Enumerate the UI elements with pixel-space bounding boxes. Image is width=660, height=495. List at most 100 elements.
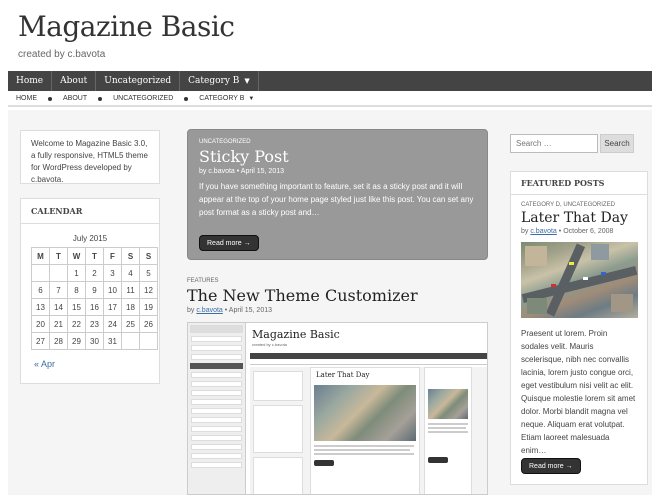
calendar-day-cell: 8: [67, 281, 86, 299]
post-title[interactable]: The New Theme Customizer: [187, 286, 488, 305]
calendar-title: CALENDAR: [21, 199, 159, 224]
featured-posts-title: FEATURED POSTS: [511, 172, 647, 195]
calendar-day-header: S: [139, 247, 158, 265]
nav-item-category-b[interactable]: Category B ▼: [180, 71, 259, 91]
calendar-body: 1 2 3 4 5 6 7 8 9 10 11 12 13 14 15 16 17 18 19 20 21 22 23 24 2…: [31, 264, 158, 350]
calendar-week-row: 20 21 22 23 24 25 26: [31, 315, 158, 333]
calendar-day-cell: 18: [121, 298, 140, 316]
site-title[interactable]: Magazine Basic: [18, 10, 235, 43]
post-featured-image[interactable]: Magazine Basic created by c.bavota Later…: [187, 322, 488, 495]
site-header: Magazine Basic created by c.bavota: [18, 10, 235, 60]
nav-item-about[interactable]: About: [52, 71, 97, 91]
welcome-text: Welcome to Magazine Basic 3.0, a fully r…: [31, 139, 148, 184]
post-category[interactable]: UNCATEGORIZED: [199, 139, 476, 145]
post-theme-customizer: FEATURES The New Theme Customizer by c.b…: [187, 278, 488, 314]
welcome-widget: Welcome to Magazine Basic 3.0, a fully r…: [20, 130, 160, 184]
post-date: April 15, 2013: [228, 307, 272, 314]
nav2-item-home[interactable]: HOME: [16, 95, 37, 102]
post-category[interactable]: FEATURES: [187, 278, 488, 284]
calendar-day-cell: 1: [67, 264, 86, 282]
nav-item-label: HOME: [16, 95, 37, 102]
search-button[interactable]: Search: [600, 134, 634, 153]
nav-item-label: ABOUT: [63, 95, 88, 102]
calendar-day-cell: [31, 264, 50, 282]
featured-post-image[interactable]: [521, 242, 638, 318]
nav-item-label: Category B: [188, 76, 240, 86]
nav-item-uncategorized[interactable]: Uncategorized: [96, 71, 181, 91]
calendar-day-cell: 16: [85, 298, 104, 316]
calendar-day-cell: 20: [31, 315, 50, 333]
calendar-month: July 2015: [72, 234, 108, 243]
calendar-day-cell: 21: [49, 315, 68, 333]
customizer-panel-image: [188, 323, 246, 494]
post-meta: by c.bavota • April 15, 2013: [187, 307, 488, 314]
site-tagline: created by c.bavota: [18, 49, 106, 60]
calendar-week-row: 12345: [31, 264, 158, 282]
sticky-post: UNCATEGORIZED Sticky Post by c.bavota • …: [187, 129, 488, 260]
calendar-day-cell: [121, 332, 140, 350]
primary-nav: Home About Uncategorized Category B ▼: [8, 71, 652, 91]
calendar-day-header: F: [103, 247, 122, 265]
screenshot-tagline: created by c.bavota: [252, 342, 287, 347]
post-author-link[interactable]: c.bavota: [530, 228, 556, 235]
calendar-day-cell: 15: [67, 298, 86, 316]
chevron-down-icon: ▼: [244, 77, 250, 85]
post-title[interactable]: Later That Day: [521, 210, 637, 226]
post-date: April 15, 2013: [240, 168, 284, 175]
calendar-day-cell: [139, 332, 158, 350]
calendar-day-header: T: [85, 247, 104, 265]
screenshot-site-title: Magazine Basic: [252, 328, 340, 341]
nav2-item-uncategorized[interactable]: UNCATEGORIZED: [113, 95, 173, 102]
nav-item-label: Home: [16, 76, 44, 86]
calendar-day-cell: 12: [139, 281, 158, 299]
calendar-day-cell: 22: [67, 315, 86, 333]
meta-by: by: [199, 168, 207, 175]
calendar-day-cell: 4: [121, 264, 140, 282]
calendar-day-cell: 14: [49, 298, 68, 316]
search-input[interactable]: [510, 134, 598, 153]
calendar-day-header: T: [49, 247, 68, 265]
post-author-link[interactable]: c.bavota: [196, 307, 222, 314]
read-more-button[interactable]: Read more →: [199, 235, 259, 251]
calendar-day-cell: 19: [139, 298, 158, 316]
post-author-link[interactable]: c.bavota: [208, 168, 234, 175]
separator-dot-icon: [98, 96, 103, 101]
featured-post: CATEGORY D, UNCATEGORIZED Later That Day…: [511, 195, 647, 464]
calendar-widget: CALENDAR July 2015 M T W T F S S 1234567…: [20, 198, 160, 384]
post-excerpt: If you have something important to featu…: [199, 182, 474, 217]
post-date: October 6, 2008: [563, 228, 614, 235]
calendar-day-cell: 10: [103, 281, 122, 299]
post-excerpt: Praesent ut lorem. Proin sodales velit. …: [521, 329, 636, 455]
calendar-day-cell: 2: [85, 264, 104, 282]
nav-item-home[interactable]: Home: [8, 71, 53, 91]
calendar-day-cell: 3: [103, 264, 122, 282]
calendar-prev-link[interactable]: « Apr: [34, 359, 55, 369]
separator-dot-icon: [184, 96, 189, 101]
meta-by: by: [521, 228, 529, 235]
nav2-item-category-b[interactable]: CATEGORY B ▼: [199, 95, 254, 102]
calendar-day-cell: 23: [85, 315, 104, 333]
nav2-item-about[interactable]: ABOUT: [63, 95, 87, 102]
nav-item-label: Uncategorized: [104, 76, 172, 86]
calendar-header-row: M T W T F S S: [31, 247, 158, 265]
post-meta: by c.bavota • October 6, 2008: [521, 228, 637, 235]
calendar-day-cell: 13: [31, 298, 50, 316]
calendar-week-row: 27 28 29 30 31: [31, 332, 158, 350]
calendar-day-cell: 29: [67, 332, 86, 350]
post-title[interactable]: Sticky Post: [199, 147, 476, 166]
calendar-day-header: W: [67, 247, 86, 265]
screenshot-post-title: Later That Day: [316, 371, 370, 379]
calendar-week-row: 13 14 15 16 17 18 19: [31, 298, 158, 316]
nav-item-label: UNCATEGORIZED: [113, 95, 174, 102]
meta-by: by: [187, 307, 195, 314]
screenshot-nav2: [250, 361, 487, 365]
calendar-day-cell: 9: [85, 281, 104, 299]
read-more-button[interactable]: Read more →: [521, 458, 581, 474]
calendar-day-cell: 17: [103, 298, 122, 316]
calendar-day-cell: 25: [121, 315, 140, 333]
calendar-day-cell: 31: [103, 332, 122, 350]
screenshot-nav: [250, 353, 487, 359]
meta-separator: •: [224, 307, 228, 314]
separator-dot-icon: [48, 96, 52, 101]
post-category[interactable]: CATEGORY D, UNCATEGORIZED: [521, 202, 637, 208]
